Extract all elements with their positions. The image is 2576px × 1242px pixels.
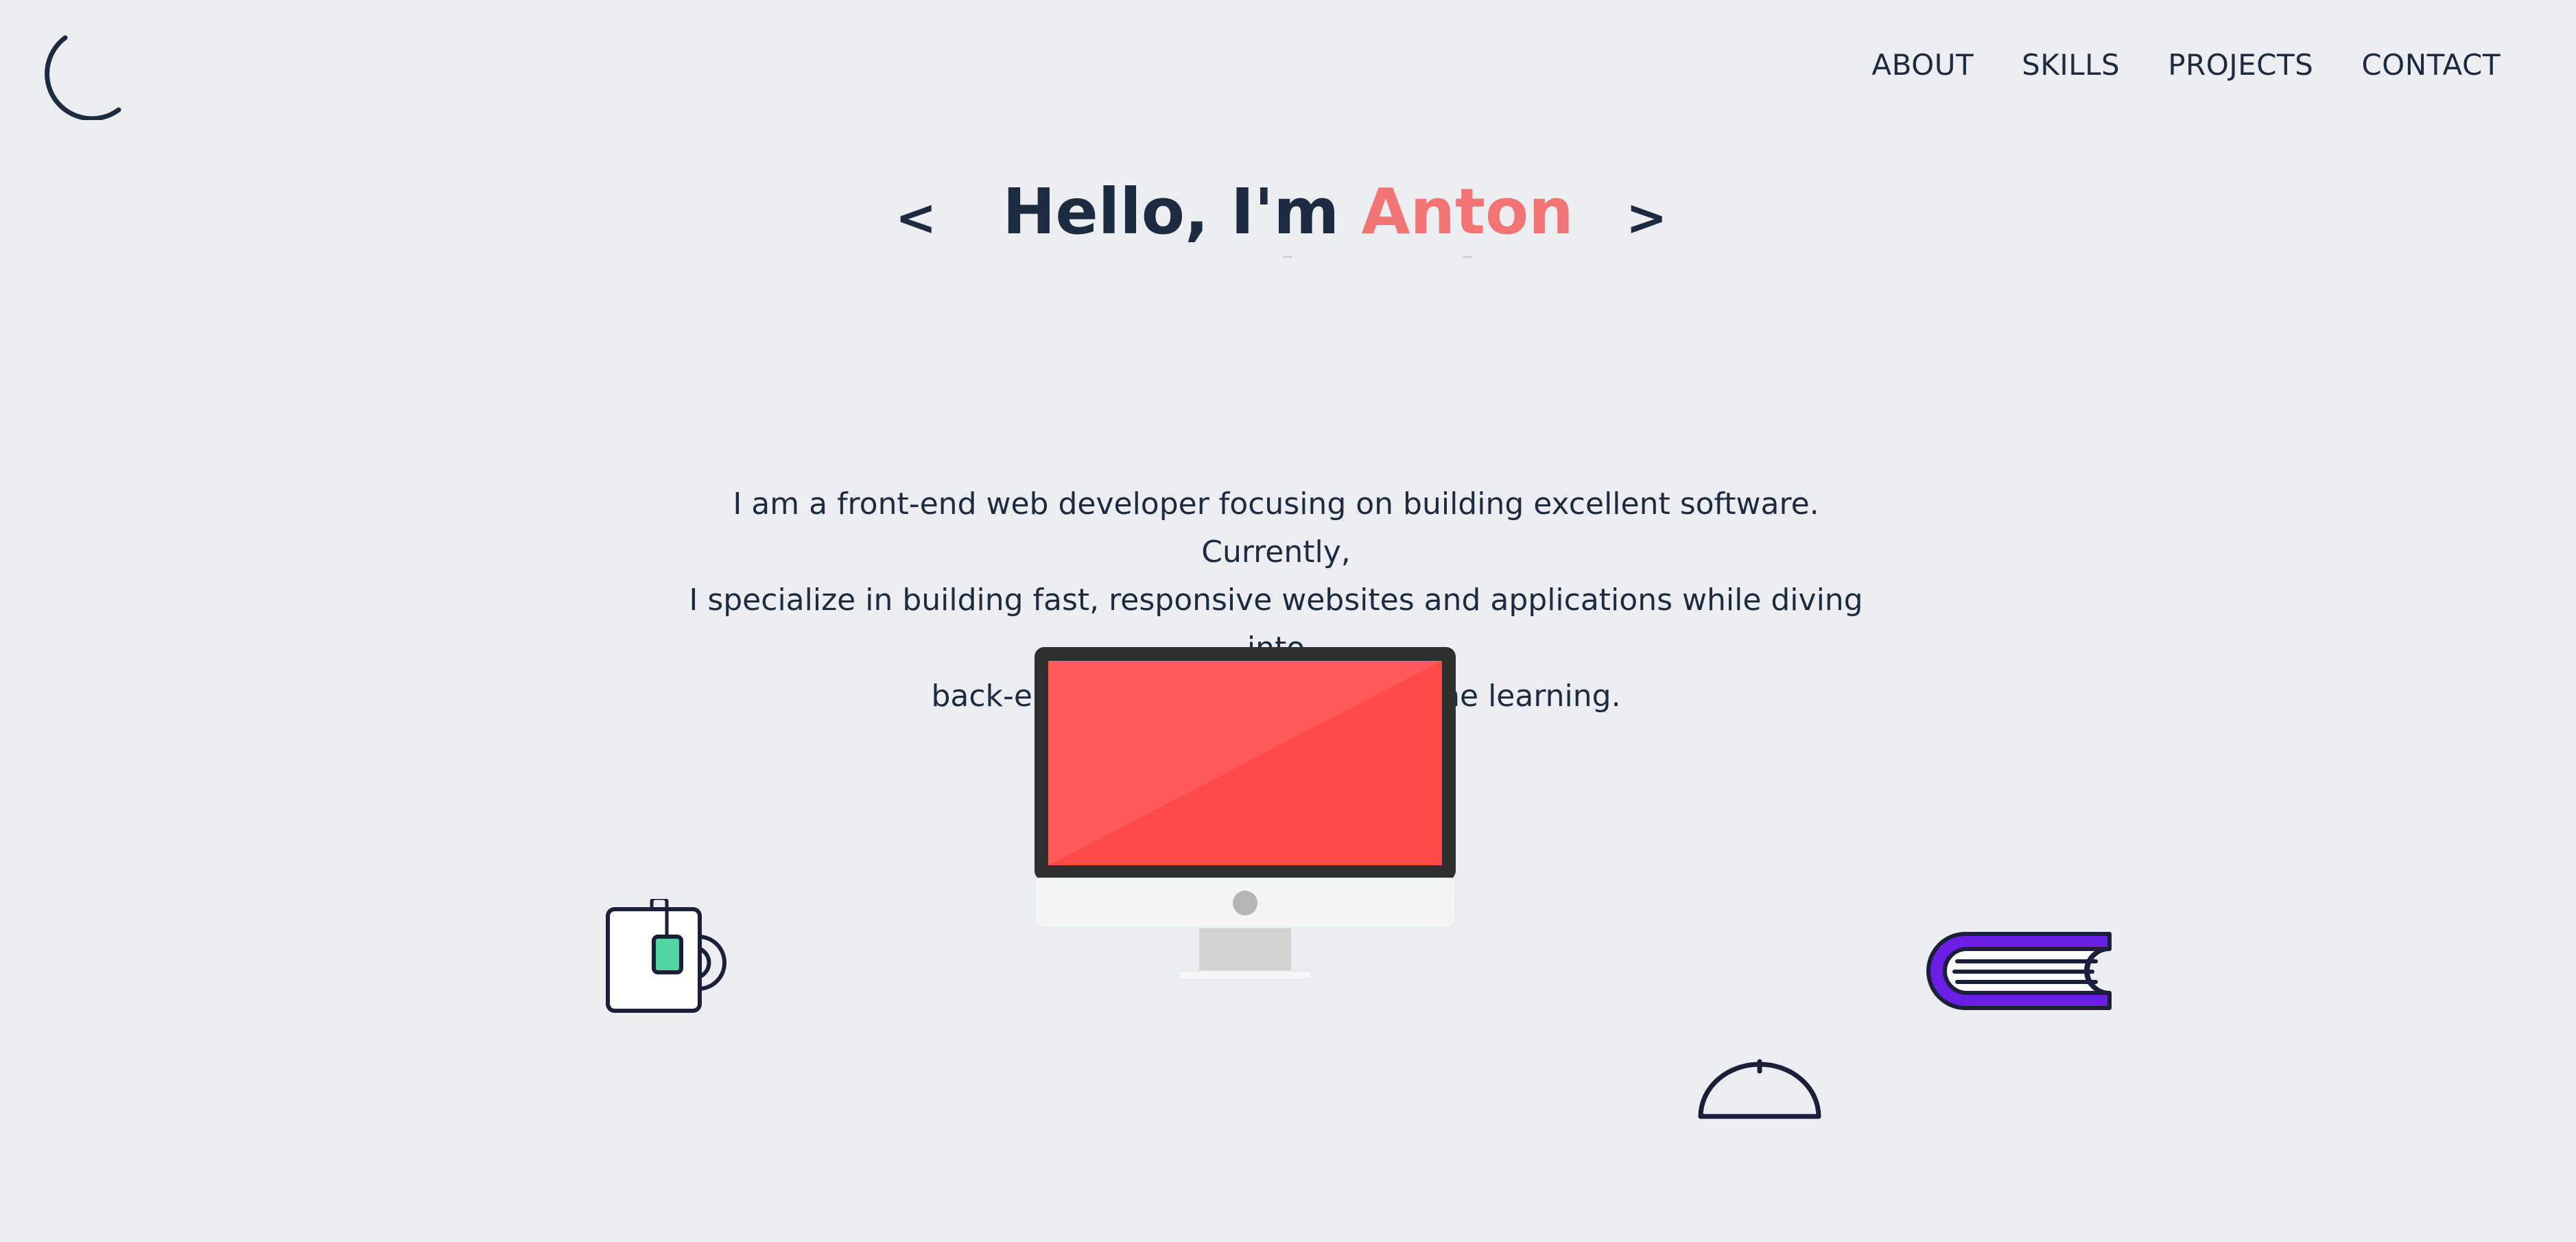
carousel-indicator bbox=[1283, 256, 1475, 258]
moon-icon[interactable] bbox=[38, 31, 127, 120]
nav-contact[interactable]: CONTACT bbox=[2361, 48, 2501, 82]
nav-projects[interactable]: PROJECTS bbox=[2168, 48, 2313, 82]
nav-about[interactable]: ABOUT bbox=[1871, 48, 1974, 82]
tea-mug-icon bbox=[606, 899, 726, 1013]
page: ABOUT SKILLS PROJECTS CONTACT < Hello, I… bbox=[0, 0, 2576, 1242]
name-text: Anton bbox=[1361, 175, 1574, 248]
main-nav: ABOUT SKILLS PROJECTS CONTACT bbox=[1871, 48, 2501, 82]
monitor-icon bbox=[1034, 647, 1456, 980]
greeting-text: Hello, I'm bbox=[1002, 175, 1362, 248]
next-arrow[interactable]: > bbox=[1626, 189, 1667, 246]
hero-title: Hello, I'm Anton bbox=[0, 175, 2576, 248]
intro-line-1: I am a front-end web developer focusing … bbox=[733, 487, 1819, 570]
dome-icon bbox=[1698, 1059, 1821, 1119]
book-icon bbox=[1926, 932, 2112, 1010]
nav-skills[interactable]: SKILLS bbox=[2022, 48, 2120, 82]
